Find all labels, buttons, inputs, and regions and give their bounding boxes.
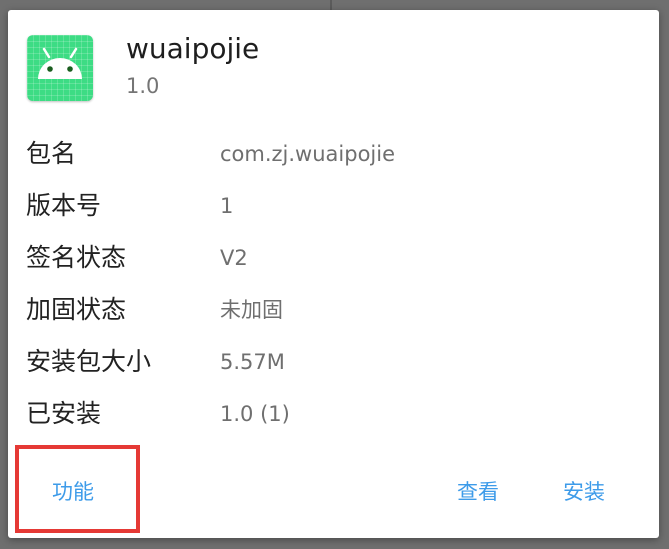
info-label: 版本号 [26,191,102,220]
function-button[interactable]: 功能 [52,477,94,507]
info-row-package-name: 包名 com.zj.wuaipojie [8,134,659,174]
info-value: 5.57M [220,350,285,374]
info-row-hardening-status: 加固状态 未加固 [8,290,659,330]
info-row-version-code: 版本号 1 [8,186,659,226]
app-version: 1.0 [126,74,160,98]
install-button[interactable]: 安装 [563,477,605,507]
info-label: 已安装 [26,399,102,428]
app-name: wuaipojie [126,32,260,65]
info-value: V2 [220,246,248,270]
info-value: 1.0 (1) [220,402,290,426]
background-divider [330,0,332,10]
info-label: 加固状态 [26,295,127,324]
info-value: com.zj.wuaipojie [220,142,396,166]
info-row-installed: 已安装 1.0 (1) [8,394,659,434]
info-label: 安装包大小 [26,347,152,376]
info-value: 1 [220,194,234,218]
info-label: 包名 [26,139,77,168]
view-button[interactable]: 查看 [457,477,499,507]
android-robot-icon [27,35,93,101]
apk-info-dialog: wuaipojie 1.0 包名 com.zj.wuaipojie 版本号 1 … [8,10,659,538]
info-value: 未加固 [220,298,283,322]
info-row-signature-status: 签名状态 V2 [8,238,659,278]
info-label: 签名状态 [26,243,127,272]
info-row-package-size: 安装包大小 5.57M [8,342,659,382]
